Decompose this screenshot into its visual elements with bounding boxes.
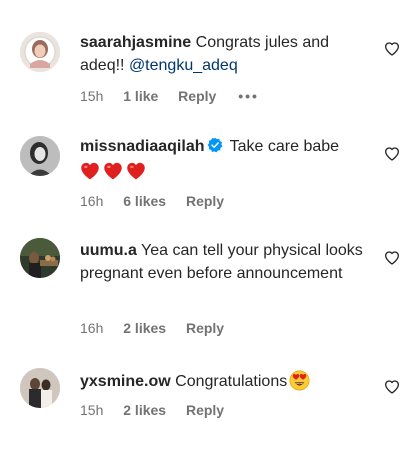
comment-item: saarahjasmine Congrats jules and adeq!! … [0,0,418,112]
comment-meta: 16h 2 likes Reply [80,320,240,336]
likes-count[interactable]: 6 likes [123,193,166,209]
likes-count[interactable]: 1 like [123,88,158,104]
comment-text: Take care babe [229,138,340,155]
reply-button[interactable]: Reply [178,88,216,104]
comment-username[interactable]: uumu.a [80,242,137,259]
comment-meta: 16h 6 likes Reply [80,193,240,209]
heart-eyes-face-icon [289,370,310,399]
reply-button[interactable]: Reply [186,402,224,418]
comment-time: 15h [80,402,104,418]
likes-count[interactable]: 2 likes [123,402,166,418]
comment-time: 16h [80,320,104,336]
avatar[interactable] [20,368,60,408]
reply-button[interactable]: Reply [186,193,224,209]
comment-username[interactable]: yxsmine.ow [80,373,171,390]
like-heart-icon[interactable] [384,41,400,57]
like-heart-icon[interactable] [384,250,400,266]
like-heart-icon[interactable] [384,146,400,162]
comment-time: 16h [80,193,104,209]
avatar[interactable] [20,32,60,72]
comment-time: 15h [80,88,104,104]
like-heart-icon[interactable] [384,379,400,395]
comment-username[interactable]: missnadiaaqilah [80,138,205,155]
comment-item: yxsmine.ow Congratulations 15h 2 likes R… [0,352,418,449]
more-options-button[interactable]: ••• [238,88,259,104]
mention-link[interactable]: @tengku_adeq [129,57,238,74]
comment-meta: 15h 2 likes Reply [80,402,240,418]
comment-item: missnadiaaqilah Take care babe 16h 6 lik… [0,112,418,222]
comment-body: uumu.a Yea can tell your physical looks … [80,240,370,285]
avatar[interactable] [20,136,60,176]
comment-text: Congratulations [175,373,288,390]
red-heart-icon [126,161,146,189]
comment-username[interactable]: saarahjasmine [80,34,191,51]
comment-body: saarahjasmine Congrats jules and adeq!! … [80,32,370,77]
red-heart-icon [103,161,123,189]
comment-body: missnadiaaqilah Take care babe [80,136,370,188]
avatar[interactable] [20,238,60,278]
reply-button[interactable]: Reply [186,320,224,336]
comment-meta: 15h 1 like Reply ••• [80,88,275,104]
comment-body: yxsmine.ow Congratulations [80,370,370,399]
likes-count[interactable]: 2 likes [123,320,166,336]
verified-badge-icon [207,137,223,161]
comment-item: uumu.a Yea can tell your physical looks … [0,222,418,352]
red-heart-icon [80,161,100,189]
